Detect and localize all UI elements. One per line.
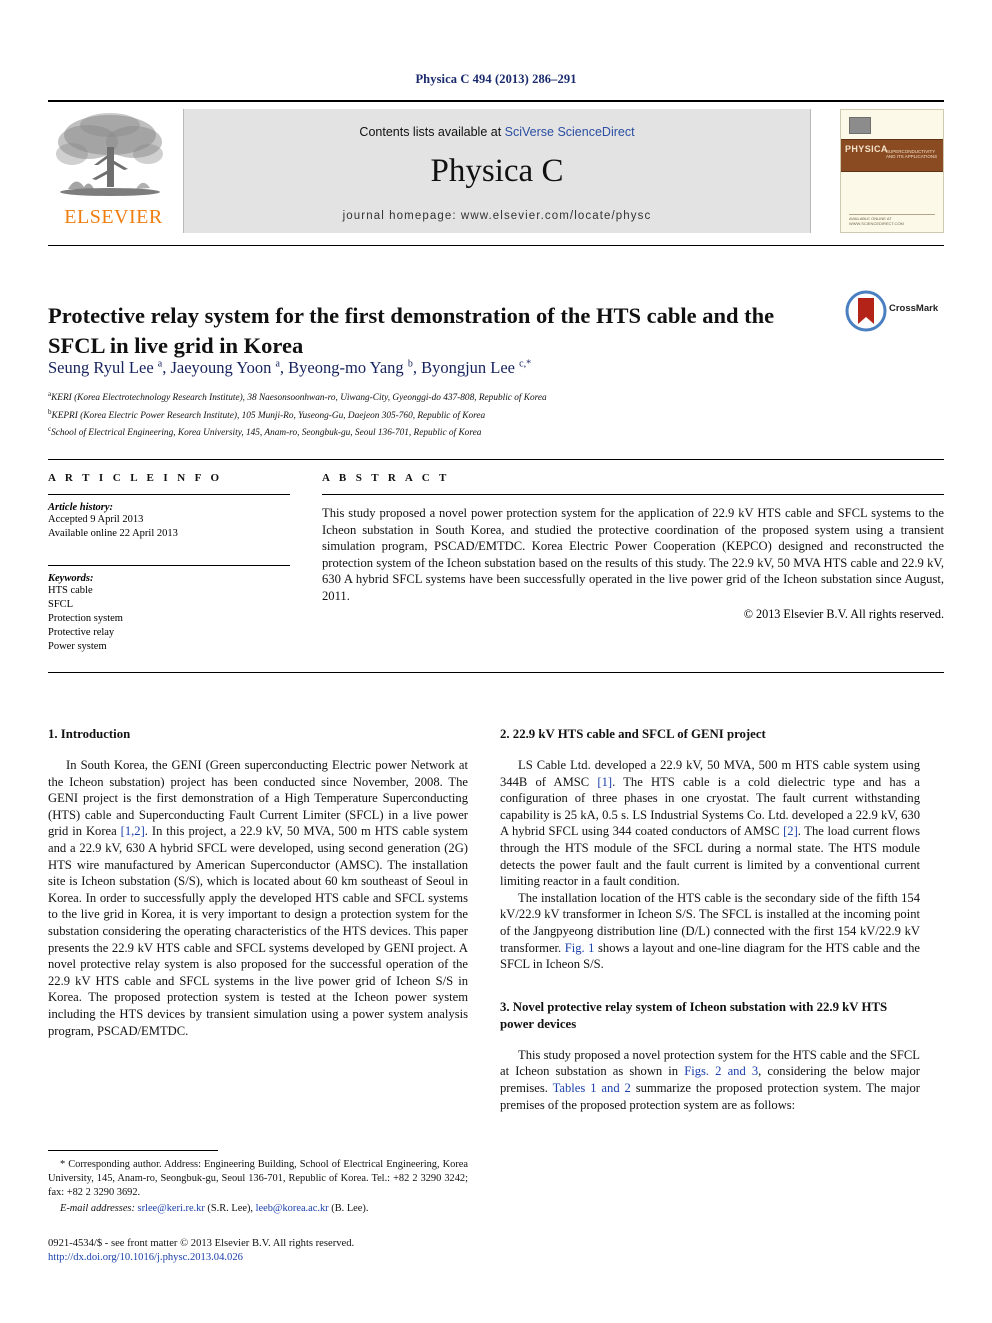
- contents-available-line: Contents lists available at SciVerse Sci…: [184, 125, 810, 139]
- running-head: Physica C 494 (2013) 286–291: [415, 72, 577, 86]
- email-note: E-mail addresses: srlee@keri.re.kr (S.R.…: [48, 1202, 468, 1216]
- journal-banner: Contents lists available at SciVerse Sci…: [183, 109, 811, 233]
- figure-reference-link[interactable]: Figs. 2 and 3: [684, 1064, 758, 1078]
- citation-link[interactable]: [2]: [783, 824, 798, 838]
- cover-footer-text: AVAILABLE ONLINE AT WWW.SCIENCEDIRECT.CO…: [849, 216, 904, 226]
- corresponding-author-note: * Corresponding author. Address: Enginee…: [48, 1159, 468, 1198]
- info-band-top-rule: [48, 459, 944, 460]
- journal-cover-thumbnail: PHYSICA SUPERCONDUCTIVITY AND ITS APPLIC…: [840, 109, 944, 233]
- section-heading-introduction: 1. Introduction: [48, 727, 131, 741]
- abstract-text: This study proposed a novel power protec…: [322, 506, 944, 603]
- citation-link[interactable]: [1,2]: [121, 824, 145, 838]
- abstract-rule: [322, 494, 944, 495]
- affiliation-text: KERI (Korea Electrotechnology Research I…: [51, 393, 547, 404]
- keyword-item: HTS cable: [48, 585, 93, 596]
- figure-reference-link[interactable]: Fig. 1: [565, 941, 595, 955]
- article-history-label: Article history:: [48, 502, 114, 513]
- journal-homepage-link[interactable]: journal homepage: www.elsevier.com/locat…: [184, 210, 810, 222]
- page-title: Protective relay system for the first de…: [48, 303, 775, 359]
- abstract-copyright: © 2013 Elsevier B.V. All rights reserved…: [743, 606, 944, 621]
- cover-band-subtitle: SUPERCONDUCTIVITY AND ITS APPLICATIONS: [886, 149, 938, 159]
- affiliation-item: bKEPRI (Korea Electric Power Research In…: [48, 406, 908, 424]
- cover-band-title: PHYSICA: [845, 144, 888, 154]
- authors-text: Seung Ryul Lee a, Jaeyoung Yoon a, Byeon…: [48, 358, 532, 377]
- masthead-top-rule: [48, 100, 944, 102]
- article-info-block: A R T I C L E I N F O Article history: A…: [48, 472, 290, 654]
- cover-divider: [849, 214, 935, 215]
- elsevier-wordmark: ELSEVIER: [64, 206, 163, 228]
- article-history-accepted: Accepted 9 April 2013: [48, 514, 144, 525]
- email-link-2[interactable]: leeb@korea.ac.kr: [256, 1203, 329, 1214]
- keyword-item: Power system: [48, 641, 107, 652]
- cover-stamp-icon: [849, 117, 871, 134]
- journal-title: Physica C: [430, 153, 564, 189]
- footnote-rule: [48, 1150, 218, 1151]
- section3-paragraph-1: This study proposed a novel protection s…: [500, 1047, 920, 1113]
- elsevier-logo: ELSEVIER: [48, 109, 179, 233]
- article-page: Physica C 494 (2013) 286–291 ELSEVIER Co…: [0, 0, 992, 1323]
- keyword-item: Protection system: [48, 613, 123, 624]
- table-reference-link[interactable]: Tables 1 and 2: [553, 1081, 631, 1095]
- section2-paragraph-1: LS Cable Ltd. developed a 22.9 kV, 50 MV…: [500, 757, 920, 890]
- article-history-online: Available online 22 April 2013: [48, 528, 178, 539]
- article-info-heading: A R T I C L E I N F O: [48, 472, 223, 484]
- keyword-item: SFCL: [48, 599, 74, 610]
- doi-link[interactable]: http://dx.doi.org/10.1016/j.physc.2013.0…: [48, 1251, 478, 1265]
- footnote-block: * Corresponding author. Address: Enginee…: [48, 1158, 468, 1216]
- email-link-1[interactable]: srlee@keri.re.kr: [138, 1203, 205, 1214]
- info-band-bottom-rule: [48, 672, 944, 673]
- keyword-item: Protective relay: [48, 627, 115, 638]
- issn-copyright-line: 0921-4534/$ - see front matter © 2013 El…: [48, 1238, 355, 1249]
- elsevier-tree-icon: [56, 113, 163, 196]
- keywords-rule: [48, 565, 290, 566]
- section-heading-2: 2. 22.9 kV HTS cable and SFCL of GENI pr…: [500, 727, 766, 741]
- body-column-right: 2. 22.9 kV HTS cable and SFCL of GENI pr…: [500, 726, 920, 1113]
- email-owner-2: (B. Lee).: [328, 1203, 369, 1214]
- affiliation-text: KEPRI (Korea Electric Power Research Ins…: [51, 410, 486, 421]
- title-top-rule: [48, 245, 944, 246]
- intro-text-post: . In this project, a 22.9 kV, 50 MVA, 50…: [48, 824, 468, 1038]
- author-list: Seung Ryul Lee a, Jaeyoung Yoon a, Byeon…: [48, 358, 848, 378]
- article-info-rule: [48, 494, 290, 495]
- crossmark-icon: [845, 290, 887, 332]
- contents-prefix: Contents lists available at: [359, 125, 505, 139]
- crossmark-label: CrossMark: [889, 303, 939, 314]
- section2-paragraph-2: The installation location of the HTS cab…: [500, 890, 920, 973]
- affiliation-list: aKERI (Korea Electrotechnology Research …: [48, 388, 908, 441]
- email-owner-1: (S.R. Lee),: [204, 1203, 256, 1214]
- journal-masthead: ELSEVIER Contents lists available at Sci…: [48, 100, 944, 233]
- citation-link[interactable]: [1]: [597, 775, 612, 789]
- keywords-label: Keywords:: [48, 573, 94, 584]
- imprint-block: 0921-4534/$ - see front matter © 2013 El…: [48, 1237, 478, 1265]
- crossmark-badge[interactable]: CrossMark: [845, 290, 940, 332]
- affiliation-item: aKERI (Korea Electrotechnology Research …: [48, 388, 908, 406]
- section-heading-3: 3. Novel protective relay system of Iche…: [500, 999, 888, 1031]
- body-column-left: 1. Introduction In South Korea, the GENI…: [48, 726, 468, 1039]
- cover-title-band: PHYSICA SUPERCONDUCTIVITY AND ITS APPLIC…: [841, 139, 943, 172]
- intro-paragraph: In South Korea, the GENI (Green supercon…: [48, 757, 468, 1039]
- abstract-heading: A B S T R A C T: [322, 472, 450, 484]
- abstract-block: A B S T R A C T This study proposed a no…: [322, 472, 944, 622]
- affiliation-text: School of Electrical Engineering, Korea …: [51, 428, 482, 439]
- affiliation-item: cSchool of Electrical Engineering, Korea…: [48, 423, 908, 441]
- sciencedirect-link[interactable]: SciVerse ScienceDirect: [505, 125, 635, 139]
- email-label: E-mail addresses:: [60, 1203, 135, 1214]
- keywords-block: Keywords: HTS cable SFCL Protection syst…: [48, 565, 290, 654]
